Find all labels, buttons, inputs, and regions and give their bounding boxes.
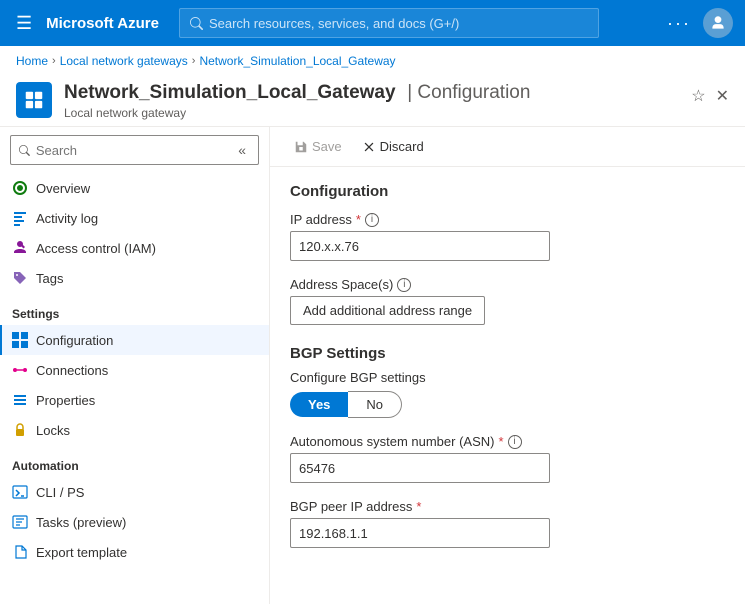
- breadcrumb-sep-2: ›: [192, 55, 196, 67]
- sidebar-item-locks-label: Locks: [36, 423, 70, 438]
- discard-button[interactable]: Discard: [354, 135, 432, 158]
- asn-label: Autonomous system number (ASN) * i: [290, 434, 725, 449]
- bgp-peer-field-group: BGP peer IP address *: [290, 499, 725, 548]
- asn-info-icon[interactable]: i: [508, 435, 522, 449]
- activity-log-icon: [12, 210, 28, 226]
- breadcrumb-sep-1: ›: [52, 55, 56, 67]
- sidebar-search-input[interactable]: [36, 143, 228, 158]
- sidebar-item-export-label: Export template: [36, 545, 127, 560]
- ip-address-label: IP address * i: [290, 212, 725, 227]
- bgp-no-button[interactable]: No: [348, 391, 402, 418]
- resource-title: Network_Simulation_Local_Gateway | Confi…: [64, 82, 679, 104]
- sidebar-item-cli[interactable]: CLI / PS: [0, 477, 269, 507]
- configuration-icon: [12, 332, 28, 348]
- sidebar-item-connections-label: Connections: [36, 363, 108, 378]
- content-body: Configuration IP address * i Address Spa…: [270, 167, 745, 580]
- sidebar-item-configuration[interactable]: Configuration: [0, 325, 269, 355]
- breadcrumb-home[interactable]: Home: [16, 54, 48, 68]
- topbar-right: ···: [667, 8, 733, 38]
- sidebar-item-properties[interactable]: Properties: [0, 385, 269, 415]
- content-toolbar: Save Discard: [270, 127, 745, 167]
- breadcrumb-level2: Network_Simulation_Local_Gateway: [199, 54, 395, 68]
- tags-icon: [12, 270, 28, 286]
- global-search-placeholder: Search resources, services, and docs (G+…: [209, 16, 459, 31]
- sidebar-search-container[interactable]: «: [10, 135, 259, 165]
- sidebar-item-access-control-label: Access control (IAM): [36, 241, 156, 256]
- breadcrumb: Home › Local network gateways › Network_…: [0, 46, 745, 76]
- sidebar-item-overview[interactable]: Overview: [0, 173, 269, 203]
- sidebar-item-overview-label: Overview: [36, 181, 90, 196]
- address-space-info-icon[interactable]: i: [397, 278, 411, 292]
- sidebar-item-locks[interactable]: Locks: [0, 415, 269, 445]
- asn-field-group: Autonomous system number (ASN) * i: [290, 434, 725, 483]
- bgp-toggle-group: Yes No: [290, 391, 725, 418]
- export-icon: [12, 544, 28, 560]
- topbar: ☰ Microsoft Azure Search resources, serv…: [0, 0, 745, 46]
- sidebar-item-access-control[interactable]: Access control (IAM): [0, 233, 269, 263]
- sidebar-item-tags[interactable]: Tags: [0, 263, 269, 293]
- sidebar-item-tasks-label: Tasks (preview): [36, 515, 126, 530]
- save-icon: [294, 140, 308, 154]
- resource-header: Network_Simulation_Local_Gateway | Confi…: [0, 76, 745, 127]
- sidebar-item-connections[interactable]: Connections: [0, 355, 269, 385]
- bgp-peer-input[interactable]: [290, 518, 550, 548]
- address-space-label: Address Space(s) i: [290, 277, 725, 292]
- access-control-icon: [12, 240, 28, 256]
- resource-title-block: Network_Simulation_Local_Gateway | Confi…: [64, 82, 679, 120]
- locks-icon: [12, 422, 28, 438]
- sidebar-collapse-button[interactable]: «: [234, 142, 250, 158]
- topbar-more-button[interactable]: ···: [667, 13, 691, 34]
- overview-icon: [12, 180, 28, 196]
- sidebar-automation-section: Automation: [0, 445, 269, 477]
- sidebar-item-cli-label: CLI / PS: [36, 485, 84, 500]
- asn-required-marker: *: [498, 434, 503, 449]
- sidebar-item-export[interactable]: Export template: [0, 537, 269, 567]
- ip-info-icon[interactable]: i: [365, 213, 379, 227]
- asn-input[interactable]: [290, 453, 550, 483]
- tasks-icon: [12, 514, 28, 530]
- resource-header-actions: ☆ ✕: [691, 82, 729, 106]
- favorite-button[interactable]: ☆: [691, 86, 705, 106]
- resource-subtitle: Local network gateway: [64, 106, 679, 120]
- sidebar-item-configuration-label: Configuration: [36, 333, 113, 348]
- main-layout: « Overview Activity log Access control (…: [0, 127, 745, 604]
- resource-icon: [16, 82, 52, 118]
- sidebar-settings-section: Settings: [0, 293, 269, 325]
- azure-logo: Microsoft Azure: [46, 15, 159, 32]
- hamburger-menu[interactable]: ☰: [12, 9, 36, 38]
- config-section-title: Configuration: [290, 183, 725, 200]
- bgp-peer-label: BGP peer IP address *: [290, 499, 725, 514]
- bgp-section-title: BGP Settings: [290, 345, 725, 362]
- user-avatar[interactable]: [703, 8, 733, 38]
- avatar-icon: [709, 14, 727, 32]
- add-address-range-button[interactable]: Add additional address range: [290, 296, 485, 325]
- save-button[interactable]: Save: [286, 135, 350, 158]
- global-search-box[interactable]: Search resources, services, and docs (G+…: [179, 8, 599, 38]
- breadcrumb-level1[interactable]: Local network gateways: [60, 54, 188, 68]
- connections-icon: [12, 362, 28, 378]
- sidebar-item-activity-log[interactable]: Activity log: [0, 203, 269, 233]
- ip-address-field-group: IP address * i: [290, 212, 725, 261]
- sidebar-item-properties-label: Properties: [36, 393, 95, 408]
- address-space-field-group: Address Space(s) i Add additional addres…: [290, 277, 725, 325]
- sidebar-item-tasks[interactable]: Tasks (preview): [0, 507, 269, 537]
- sidebar: « Overview Activity log Access control (…: [0, 127, 270, 604]
- sidebar-item-tags-label: Tags: [36, 271, 63, 286]
- gateway-icon: [23, 89, 45, 111]
- ip-address-input[interactable]: [290, 231, 550, 261]
- sidebar-item-activity-log-label: Activity log: [36, 211, 98, 226]
- configure-bgp-field-group: Configure BGP settings Yes No: [290, 370, 725, 418]
- configure-bgp-label: Configure BGP settings: [290, 370, 725, 385]
- discard-icon: [362, 140, 376, 154]
- search-icon: [190, 17, 203, 30]
- close-button[interactable]: ✕: [716, 86, 729, 106]
- cli-icon: [12, 484, 28, 500]
- bgp-yes-button[interactable]: Yes: [290, 392, 348, 417]
- sidebar-search-icon: [19, 144, 30, 157]
- content-area: Save Discard Configuration IP address * …: [270, 127, 745, 604]
- ip-required-marker: *: [356, 212, 361, 227]
- bgp-peer-required-marker: *: [416, 499, 421, 514]
- properties-icon: [12, 392, 28, 408]
